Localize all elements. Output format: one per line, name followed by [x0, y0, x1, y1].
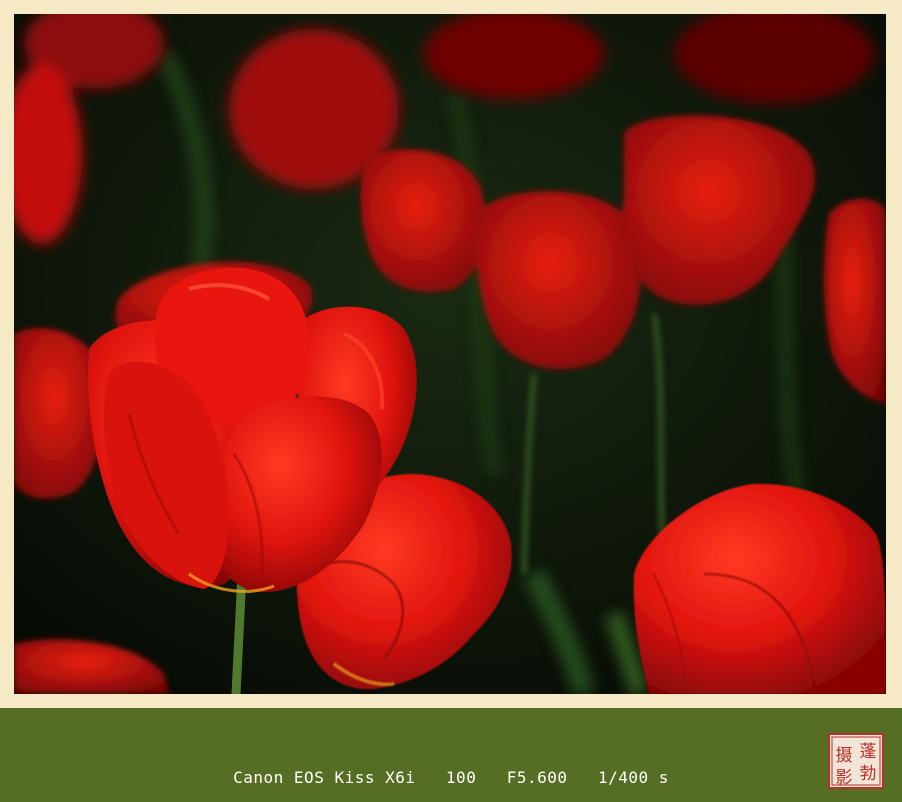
- exif-caption: Canon EOS Kiss X6i 100 F5.600 1/400 s: [0, 768, 902, 787]
- seal-char-3: 摄: [836, 746, 853, 766]
- seal-char-1: 蓬: [860, 742, 877, 762]
- shutter-speed: 1/400 s: [597, 768, 669, 787]
- aperture-value: F5.600: [506, 768, 568, 787]
- seal-char-2: 勃: [860, 764, 877, 784]
- seal-stamp: 蓬 勃 摄 影: [828, 733, 884, 789]
- iso-value: 100: [445, 768, 477, 787]
- photo-frame: Canon EOS Kiss X6i 100 F5.600 1/400 s 蓬 …: [0, 0, 902, 802]
- camera-model: Canon EOS Kiss X6i: [233, 768, 416, 787]
- caption-bar: [0, 708, 902, 802]
- tulip-photo: [14, 14, 886, 694]
- seal-char-4: 影: [836, 768, 853, 788]
